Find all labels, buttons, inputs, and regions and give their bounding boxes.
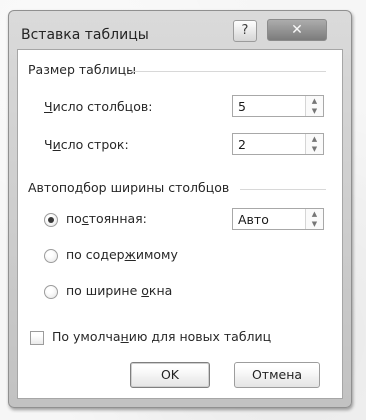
radio-autofit-window[interactable] bbox=[44, 285, 58, 299]
spin-down-icon[interactable]: ▼ bbox=[306, 219, 323, 229]
screen: Вставка таблицы ? ✕ Размер таблицы Число… bbox=[0, 0, 366, 420]
autofit-window-label-accel: о bbox=[141, 283, 149, 298]
radio-fixed-width[interactable] bbox=[44, 213, 58, 227]
fixed-width-value: Авто bbox=[238, 212, 269, 227]
spin-up-icon[interactable]: ▲ bbox=[306, 134, 323, 144]
cancel-button[interactable]: Отмена bbox=[234, 362, 320, 388]
rows-label: Число строк: bbox=[44, 137, 129, 152]
fixed-width-label[interactable]: постоянная: bbox=[66, 211, 147, 226]
insert-table-dialog: Вставка таблицы ? ✕ Размер таблицы Число… bbox=[8, 10, 352, 408]
radio-autofit-contents[interactable] bbox=[44, 249, 58, 263]
spin-down-icon[interactable]: ▼ bbox=[306, 144, 323, 154]
fixed-width-label-prefix: по bbox=[66, 211, 82, 226]
columns-label: Число столбцов: bbox=[44, 99, 152, 114]
dialog-body: Размер таблицы Число столбцов: 5 ▲ ▼ Чис… bbox=[17, 49, 343, 399]
remember-label-accel: н bbox=[120, 329, 129, 344]
autofit-window-label-prefix: по ширине bbox=[66, 283, 142, 298]
close-button[interactable]: ✕ bbox=[267, 19, 327, 41]
remember-label-prefix: По умолча bbox=[52, 329, 121, 344]
rows-spin-buttons: ▲ ▼ bbox=[305, 134, 323, 154]
help-button[interactable]: ? bbox=[233, 20, 257, 42]
columns-spin-buttons: ▲ ▼ bbox=[305, 96, 323, 116]
spin-up-icon[interactable]: ▲ bbox=[306, 96, 323, 106]
columns-value: 5 bbox=[238, 99, 246, 114]
spin-up-icon[interactable]: ▲ bbox=[306, 209, 323, 219]
autofit-window-label[interactable]: по ширине окна bbox=[66, 283, 172, 298]
autofit-contents-label-rest: имому bbox=[135, 247, 178, 262]
autofit-contents-label-prefix: по содер bbox=[66, 247, 125, 262]
remember-dimensions-label[interactable]: По умолчанию для новых таблиц bbox=[52, 329, 271, 344]
fixed-width-label-accel: с bbox=[81, 211, 89, 226]
rows-label-prefix: Ч bbox=[44, 137, 53, 152]
table-size-section-label: Размер таблицы bbox=[28, 62, 137, 77]
autofit-contents-label-accel: ж bbox=[124, 247, 136, 262]
remember-dimensions-checkbox[interactable] bbox=[30, 331, 44, 345]
fixed-width-spin-buttons: ▲ ▼ bbox=[305, 209, 323, 229]
spin-down-icon[interactable]: ▼ bbox=[306, 106, 323, 116]
rows-label-rest: сло строк: bbox=[60, 137, 129, 152]
columns-label-accel: Ч bbox=[44, 99, 53, 114]
columns-label-rest: исло столбцов: bbox=[52, 99, 153, 114]
radio-selected-dot bbox=[48, 217, 54, 223]
dialog-title: Вставка таблицы bbox=[21, 27, 149, 43]
autofit-divider bbox=[240, 189, 326, 190]
rows-spinbox[interactable]: 2 ▲ ▼ bbox=[232, 133, 324, 155]
columns-spinbox[interactable]: 5 ▲ ▼ bbox=[232, 95, 324, 117]
autofit-section-label: Автоподбор ширины столбцов bbox=[28, 180, 230, 195]
autofit-contents-label[interactable]: по содержимому bbox=[66, 247, 178, 262]
close-icon: ✕ bbox=[291, 22, 303, 38]
remember-label-rest: ию для новых таблиц bbox=[128, 329, 272, 344]
rows-value: 2 bbox=[238, 137, 246, 152]
autofit-window-label-rest: кна bbox=[148, 283, 173, 298]
rows-label-accel: и bbox=[52, 137, 61, 152]
table-size-divider bbox=[130, 71, 326, 72]
fixed-width-label-rest: тоянная: bbox=[88, 211, 147, 226]
help-icon: ? bbox=[241, 23, 249, 38]
ok-button[interactable]: OK bbox=[130, 362, 210, 388]
fixed-width-spinbox[interactable]: Авто ▲ ▼ bbox=[232, 208, 324, 230]
